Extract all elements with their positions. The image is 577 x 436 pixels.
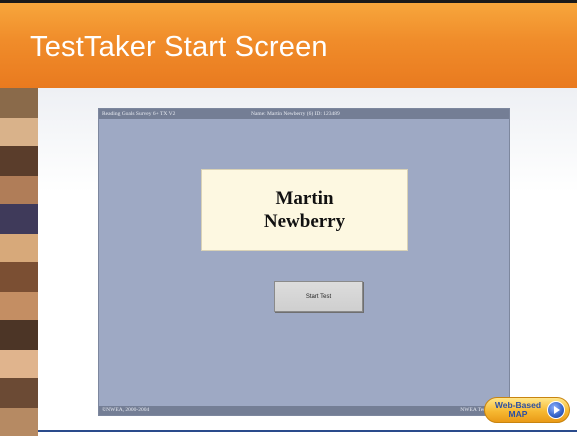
student-photo [0,204,38,234]
student-last-name: Newberry [263,211,346,232]
student-photo [0,350,38,378]
student-info: Name: Martin Newberry (6) ID: 123489 [251,111,340,117]
app-title-bar: Reading Goals Survey 6+ TX V2 Name: Mart… [99,109,509,119]
student-photo [0,118,38,146]
web-based-map-badge[interactable]: Web-Based MAP [484,397,570,423]
survey-name: Reading Goals Survey 6+ TX V2 [102,111,176,117]
student-photo [0,320,38,350]
start-test-button[interactable]: Start Test [274,281,363,312]
badge-label: Web-Based MAP [491,401,545,419]
play-icon[interactable] [547,401,565,419]
student-photo [0,88,38,118]
app-status-bar: ©NWEA, 2000-2004 NWEA Tests [99,406,509,415]
student-photo [0,176,38,204]
student-photo [0,292,38,320]
student-photo [0,378,38,408]
copyright-text: ©NWEA, 2000-2004 [102,407,150,413]
slide-title: TestTaker Start Screen [30,31,328,63]
badge-line2: MAP [508,409,528,419]
slide: TestTaker Start Screen Reading Goals Sur… [0,0,577,436]
student-photo [0,262,38,292]
photo-strip [0,88,38,436]
testtaker-window: Reading Goals Survey 6+ TX V2 Name: Mart… [98,108,510,416]
bottom-rule [38,430,577,432]
slide-header: TestTaker Start Screen [0,0,577,88]
student-photo [0,234,38,262]
student-first-name: Martin [275,188,334,209]
student-name-panel: Martin Newberry [201,169,408,251]
student-photo [0,408,38,436]
student-photo [0,146,38,176]
